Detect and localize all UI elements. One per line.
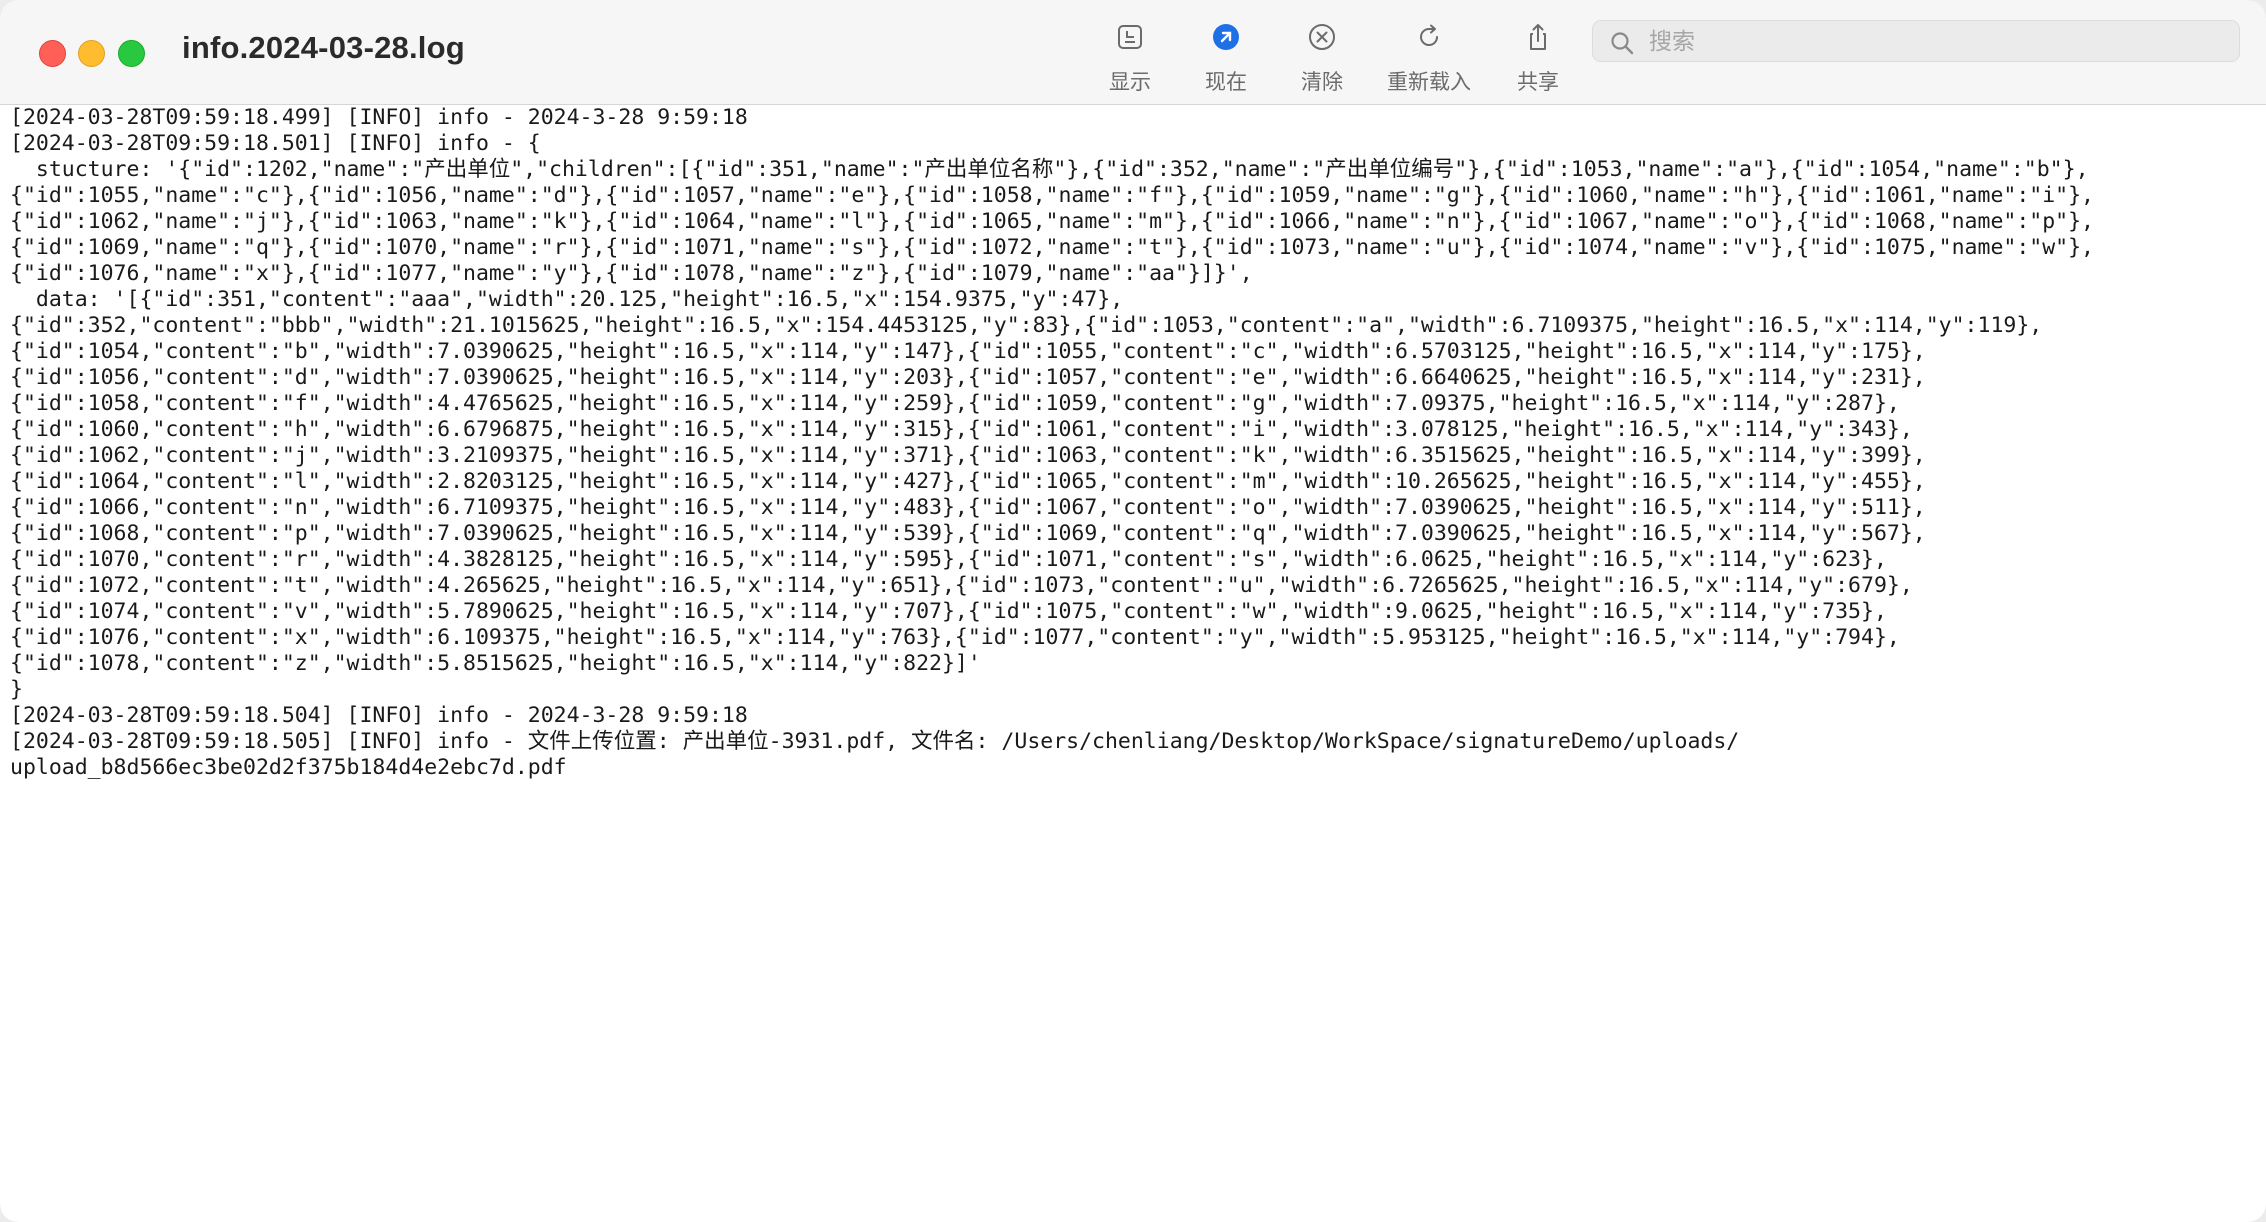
- log-line: {"id":1072,"content":"t","width":4.26562…: [10, 573, 1913, 598]
- log-line: {"id":1055,"name":"c"},{"id":1056,"name"…: [10, 183, 2094, 208]
- jump-to-now-icon: [1207, 18, 1245, 56]
- log-line: [2024-03-28T09:59:18.499] [INFO] info - …: [10, 105, 748, 130]
- display-button[interactable]: 显示: [1106, 18, 1154, 98]
- log-line: [2024-03-28T09:59:18.505] [INFO] info - …: [10, 729, 1740, 754]
- window-title: info.2024-03-28.log: [182, 30, 465, 65]
- log-line: {"id":1058,"content":"f","width":4.47656…: [10, 391, 1900, 416]
- log-line: {"id":1064,"content":"l","width":2.82031…: [10, 469, 1926, 494]
- log-line: [2024-03-28T09:59:18.504] [INFO] info - …: [10, 703, 748, 728]
- search-field[interactable]: [1592, 20, 2240, 62]
- log-line: {"id":1054,"content":"b","width":7.03906…: [10, 339, 1926, 364]
- sidebar-display-icon: [1111, 18, 1149, 56]
- log-line: {"id":1060,"content":"h","width":6.67968…: [10, 417, 1913, 442]
- log-line: {"id":1070,"content":"r","width":4.38281…: [10, 547, 1887, 572]
- log-view[interactable]: [2024-03-28T09:59:18.499] [INFO] info - …: [0, 105, 2266, 1222]
- log-line: {"id":1068,"content":"p","width":7.03906…: [10, 521, 1926, 546]
- minimize-window-button[interactable]: [78, 40, 105, 67]
- clear-icon: [1303, 18, 1341, 56]
- log-line: [2024-03-28T09:59:18.501] [INFO] info - …: [10, 131, 541, 156]
- log-line: {"id":1074,"content":"v","width":5.78906…: [10, 599, 1887, 624]
- log-line: data: '[{"id":351,"content":"aaa","width…: [10, 287, 1124, 312]
- log-text: [2024-03-28T09:59:18.499] [INFO] info - …: [0, 105, 2266, 781]
- title-bar: info.2024-03-28.log 显示 现在 清除 重新载入 共享 搜索: [0, 0, 2266, 105]
- close-window-button[interactable]: [39, 40, 66, 67]
- share-button-label: 共享: [1517, 70, 1559, 94]
- log-line: {"id":1056,"content":"d","width":7.03906…: [10, 365, 1926, 390]
- log-line: {"id":1062,"content":"j","width":3.21093…: [10, 443, 1926, 468]
- log-line: {"id":1076,"content":"x","width":6.10937…: [10, 625, 1900, 650]
- log-line: {"id":1066,"content":"n","width":6.71093…: [10, 495, 1926, 520]
- search-input[interactable]: [1647, 25, 2221, 59]
- search-icon: [1611, 32, 1634, 55]
- clear-button[interactable]: 清除: [1298, 18, 1346, 98]
- now-button-label: 现在: [1205, 70, 1247, 94]
- clear-button-label: 清除: [1301, 70, 1343, 94]
- zoom-window-button[interactable]: [118, 40, 145, 67]
- share-icon: [1519, 18, 1557, 56]
- console-window: info.2024-03-28.log 显示 现在 清除 重新载入 共享 搜索 …: [0, 0, 2266, 1222]
- reload-button-label: 重新载入: [1387, 70, 1471, 94]
- log-line: {"id":352,"content":"bbb","width":21.101…: [10, 313, 2043, 338]
- log-line: stucture: '{"id":1202,"name":"产出单位","chi…: [10, 157, 2089, 182]
- log-line: {"id":1062,"name":"j"},{"id":1063,"name"…: [10, 209, 2094, 234]
- log-line: {"id":1076,"name":"x"},{"id":1077,"name"…: [10, 261, 1253, 286]
- reload-icon: [1410, 18, 1448, 56]
- log-line: {"id":1069,"name":"q"},{"id":1070,"name"…: [10, 235, 2094, 260]
- log-line: upload_b8d566ec3be02d2f375b184d4e2ebc7d.…: [10, 755, 567, 780]
- share-button[interactable]: 共享: [1514, 18, 1562, 98]
- log-line: }: [10, 677, 23, 702]
- reload-button[interactable]: 重新载入: [1382, 18, 1476, 98]
- now-button[interactable]: 现在: [1202, 18, 1250, 98]
- display-button-label: 显示: [1109, 70, 1151, 94]
- log-line: {"id":1078,"content":"z","width":5.85156…: [10, 651, 981, 676]
